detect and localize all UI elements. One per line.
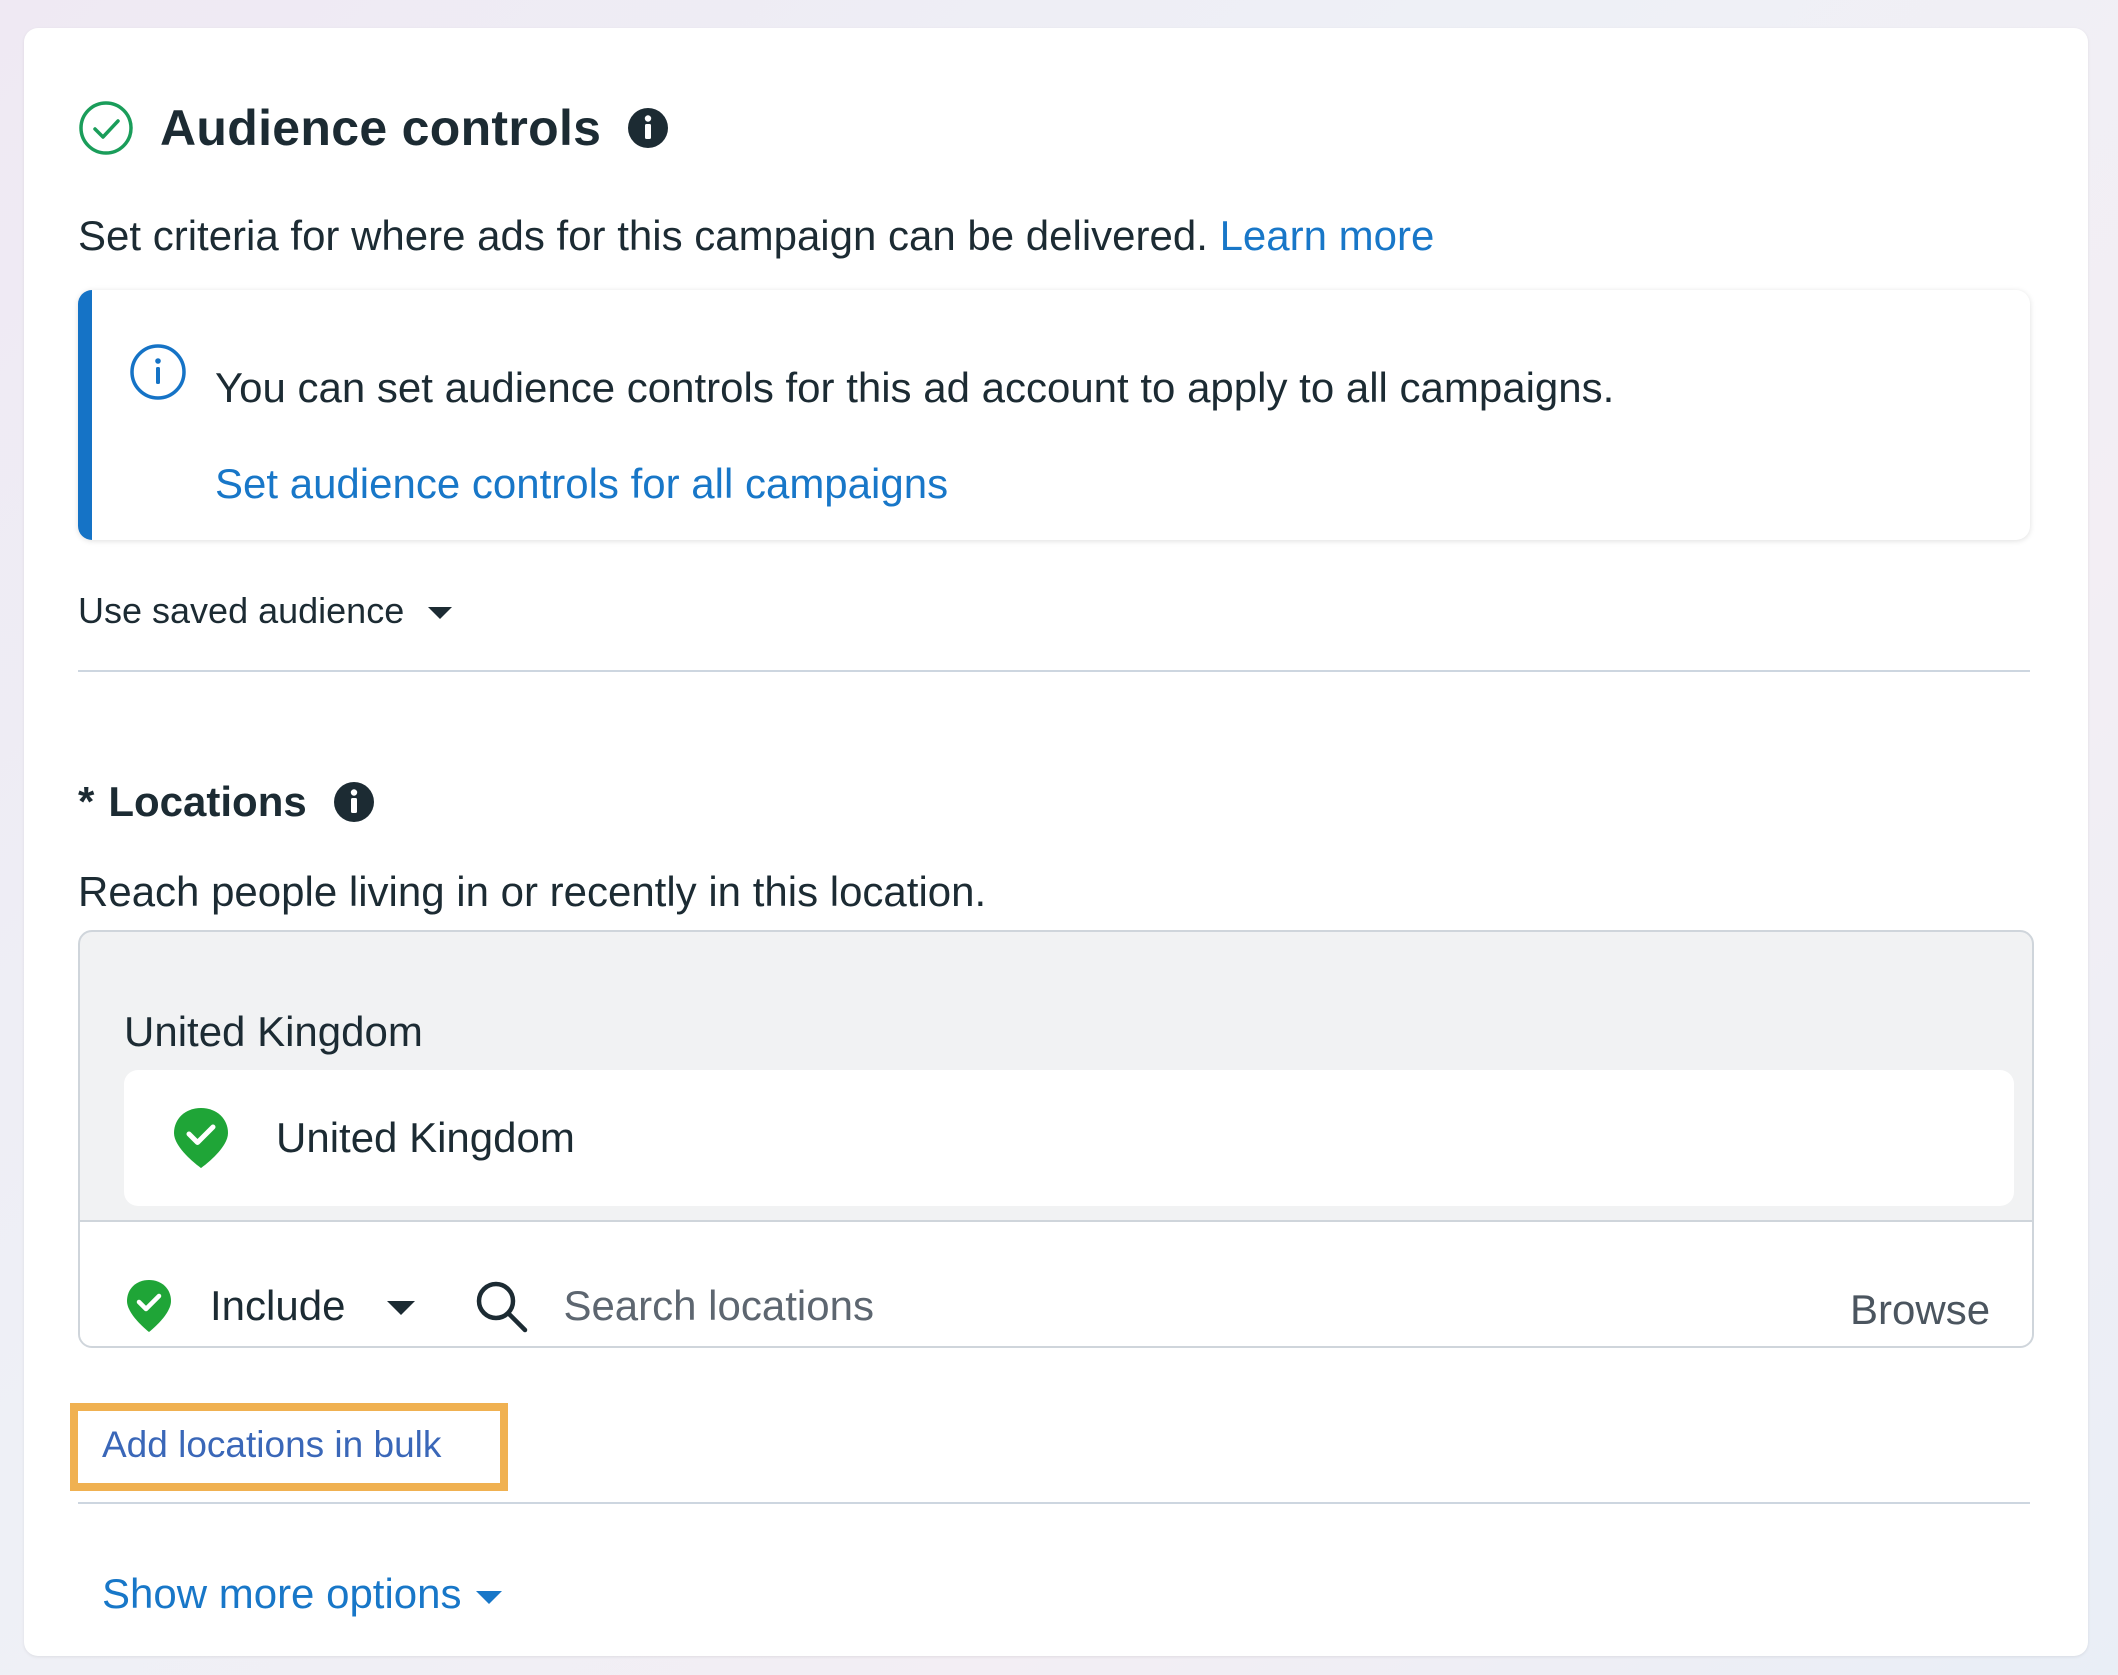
- selected-location-label: United Kingdom: [276, 1114, 575, 1161]
- set-audience-controls-link[interactable]: Set audience controls for all campaigns: [215, 460, 948, 508]
- title-row: Audience controls: [78, 86, 669, 170]
- subtitle: Set criteria for where ads for this camp…: [78, 212, 1434, 260]
- caret-down-icon: [428, 607, 453, 619]
- page-title: Audience controls: [160, 100, 602, 156]
- caret-down-icon[interactable]: [387, 1301, 416, 1315]
- info-icon[interactable]: [627, 107, 669, 149]
- subtitle-text: Set criteria for where ads for this camp…: [78, 212, 1208, 259]
- caret-down-icon: [475, 1590, 502, 1604]
- add-locations-in-bulk-link[interactable]: Add locations in bulk: [102, 1424, 441, 1466]
- location-pin-check-icon: [174, 1108, 228, 1168]
- banner-accent-bar: [78, 290, 92, 540]
- selected-location-item[interactable]: United Kingdom: [124, 1070, 2014, 1206]
- divider: [78, 670, 2030, 672]
- info-icon[interactable]: [333, 781, 375, 823]
- browse-button[interactable]: Browse: [1850, 1286, 1990, 1334]
- use-saved-audience-label: Use saved audience: [78, 590, 405, 631]
- locations-header: * Locations: [78, 778, 375, 826]
- learn-more-link[interactable]: Learn more: [1220, 212, 1435, 259]
- divider: [78, 1502, 2030, 1504]
- include-dropdown-label[interactable]: Include: [210, 1282, 345, 1330]
- include-search-row: Include: [124, 1266, 1744, 1346]
- banner-text: You can set audience controls for this a…: [215, 364, 1615, 411]
- locations-description: Reach people living in or recently in th…: [78, 868, 987, 915]
- check-circle-icon: [79, 101, 133, 155]
- show-more-options-button[interactable]: Show more options: [102, 1570, 502, 1618]
- search-icon: [477, 1281, 528, 1333]
- use-saved-audience-dropdown[interactable]: Use saved audience: [78, 590, 453, 632]
- search-locations-input[interactable]: [563, 1282, 1744, 1330]
- locations-title: Locations: [108, 778, 307, 825]
- audience-controls-card: Audience controls Set criteria for where…: [24, 28, 2088, 1656]
- location-group-title: United Kingdom: [124, 1008, 423, 1055]
- required-marker: *: [78, 778, 95, 825]
- show-more-options-label: Show more options: [102, 1570, 462, 1617]
- location-pin-check-icon: [127, 1280, 171, 1332]
- info-outline-icon: [130, 344, 186, 400]
